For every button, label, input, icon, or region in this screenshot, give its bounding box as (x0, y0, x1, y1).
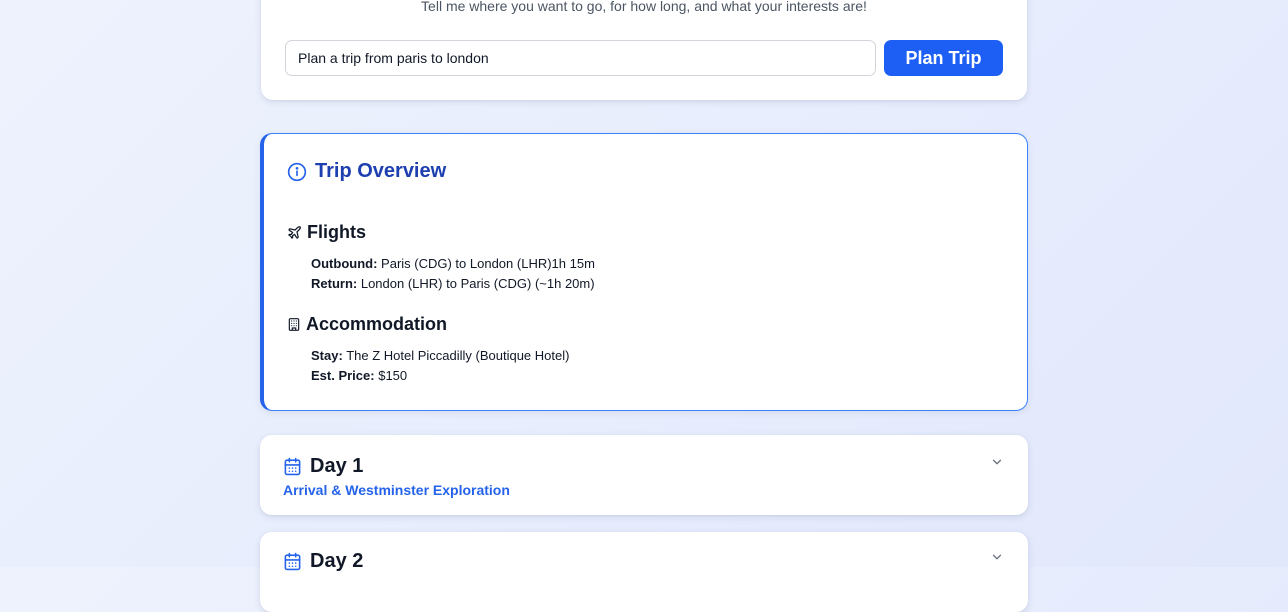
return-flight: Return: London (LHR) to Paris (CDG) (~1h… (311, 276, 595, 291)
trip-overview-title: Trip Overview (315, 160, 447, 182)
calendar-icon (283, 552, 302, 571)
day-title: Day 1 (310, 455, 364, 477)
chevron-down-icon[interactable] (990, 550, 1004, 564)
plane-icon (287, 225, 302, 240)
day-card[interactable]: Day 1 Arrival & Westminster Exploration (260, 435, 1028, 515)
day-subtitle: Arrival & Westminster Exploration (283, 482, 510, 498)
info-icon (287, 162, 307, 182)
trip-planner-card: Tell me where you want to go, for how lo… (261, 0, 1027, 100)
price-label: Est. Price: (311, 368, 375, 383)
day-heading: Day 2 (283, 550, 363, 573)
chevron-down-icon[interactable] (990, 455, 1004, 469)
building-icon (287, 317, 301, 332)
stay-line: Stay: The Z Hotel Piccadilly (Boutique H… (311, 348, 569, 363)
day-card[interactable]: Day 2 (260, 532, 1028, 612)
day-heading: Day 1 (283, 455, 363, 478)
stay-value: The Z Hotel Piccadilly (Boutique Hotel) (346, 348, 570, 363)
trip-prompt-input[interactable] (285, 40, 876, 76)
trip-overview-heading: Trip Overview (287, 160, 446, 183)
return-value: London (LHR) to Paris (CDG) (~1h 20m) (360, 276, 595, 291)
calendar-icon (283, 457, 302, 476)
planner-subtitle: Tell me where you want to go, for how lo… (421, 0, 867, 14)
trip-overview-card: Trip Overview Flights Outbound: Paris (C… (260, 133, 1028, 411)
plan-trip-button[interactable]: Plan Trip (884, 40, 1003, 76)
accommodation-heading: Accommodation (287, 314, 447, 335)
flights-title: Flights (307, 222, 366, 242)
flights-heading: Flights (287, 222, 366, 243)
outbound-value: Paris (CDG) to London (LHR)1h 15m (381, 256, 595, 271)
price-line: Est. Price: $150 (311, 368, 407, 383)
outbound-flight: Outbound: Paris (CDG) to London (LHR)1h … (311, 256, 595, 271)
day-title: Day 2 (310, 550, 364, 572)
outbound-label: Outbound: (311, 256, 378, 271)
price-value: $150 (378, 368, 408, 383)
accommodation-title: Accommodation (306, 314, 448, 334)
return-label: Return: (311, 276, 358, 291)
stay-label: Stay: (311, 348, 343, 363)
